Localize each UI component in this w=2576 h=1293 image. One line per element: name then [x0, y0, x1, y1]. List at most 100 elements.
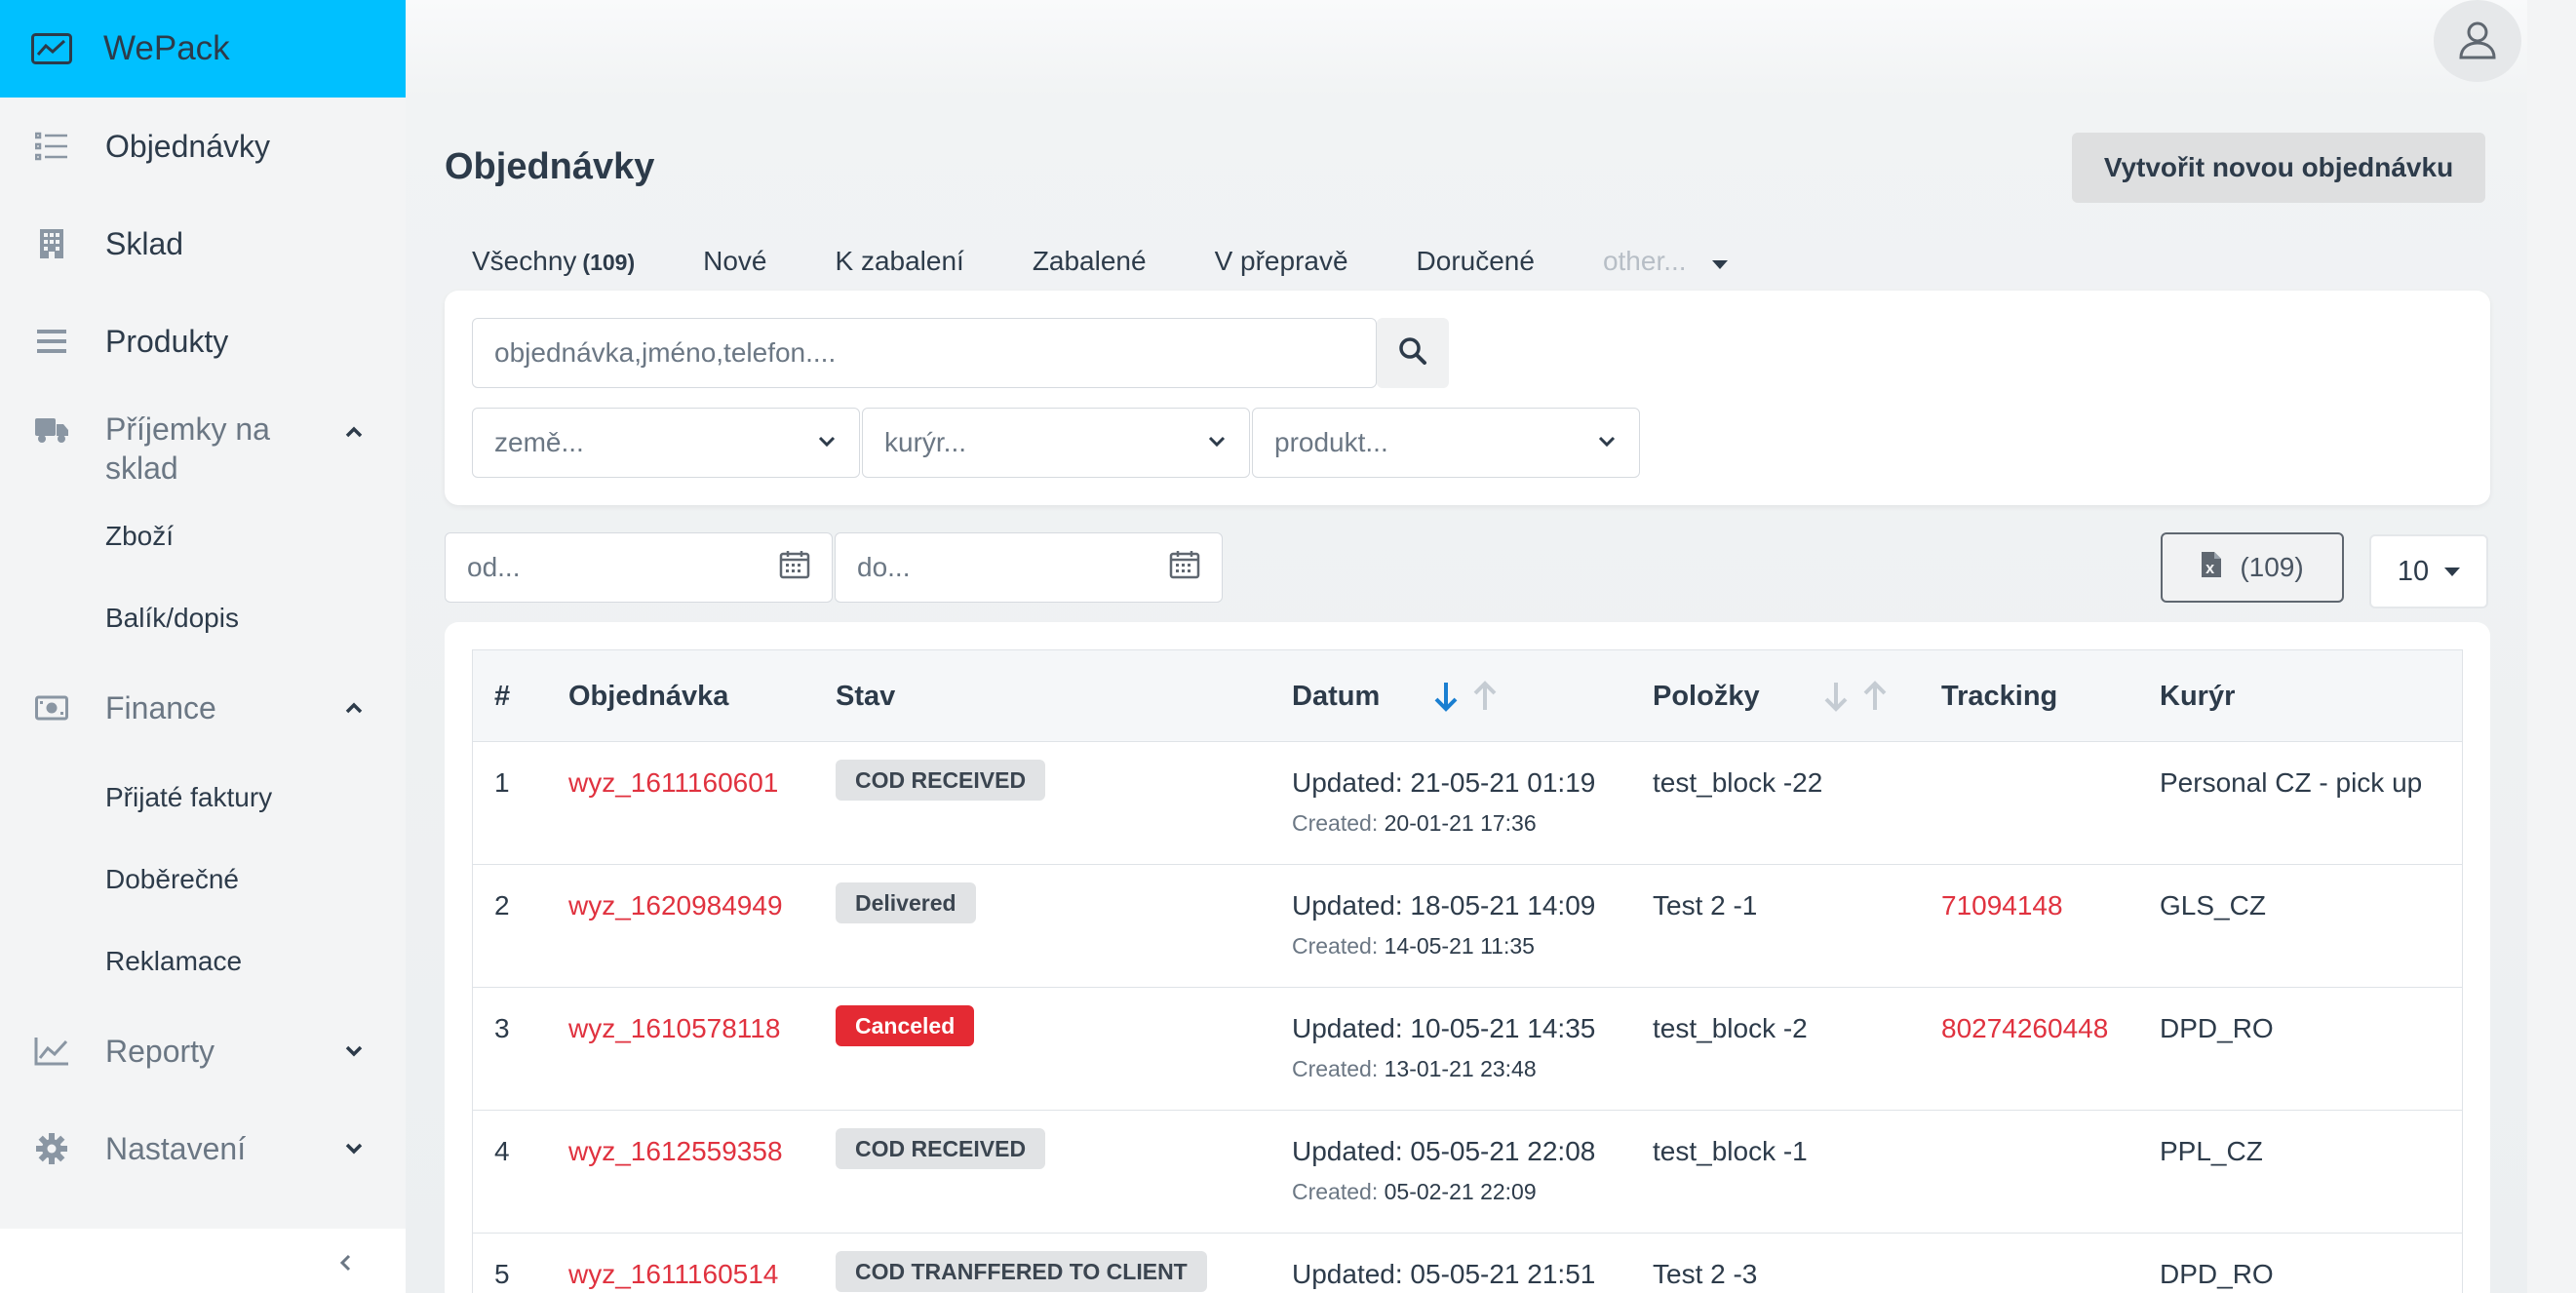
sidebar-item-prijemky[interactable]: Příjemky na sklad — [0, 390, 406, 495]
sort-desc-icon[interactable] — [1431, 680, 1461, 713]
created-label: Created: — [1292, 810, 1379, 836]
scrollbar[interactable] — [2527, 0, 2576, 1293]
orders-table: # Objednávka Stav Datum Položky Tracking… — [472, 649, 2463, 1293]
tab-count: (109) — [582, 250, 636, 275]
order-link[interactable]: wyz_1612559358 — [568, 1136, 783, 1167]
tab-dorucene[interactable]: Doručené — [1417, 246, 1535, 277]
avatar[interactable] — [2434, 0, 2521, 82]
created-date: Created: 13-01-21 23:48 — [1292, 1056, 1537, 1082]
updated-date: Updated: 05-05-21 22:08 — [1292, 1136, 1596, 1166]
brand-bar[interactable]: WePack — [0, 0, 406, 98]
col-date: Datum — [1292, 681, 1381, 712]
sidebar-item-label: Produkty — [105, 323, 229, 359]
created-label: Created: — [1292, 1056, 1379, 1081]
created-date: Created: 05-02-21 22:09 — [1292, 1179, 1537, 1205]
status-badge: Delivered — [836, 882, 976, 923]
courier-select[interactable]: kurýr... — [862, 408, 1250, 478]
product-select[interactable]: produkt... — [1252, 408, 1640, 478]
col-order: Objednávka — [568, 681, 729, 712]
tracking-link[interactable]: 80274260448 — [1941, 1013, 2108, 1044]
sidebar-subitem-zbozi[interactable]: Zboží — [0, 495, 406, 577]
courier-text: DPD_RO — [2160, 1259, 2274, 1289]
search-icon — [1398, 336, 1427, 371]
tab-other-dropdown[interactable]: other... — [1603, 246, 1728, 277]
sidebar-item-label: Reporty — [105, 1033, 215, 1069]
search-button[interactable] — [1377, 318, 1449, 388]
order-link[interactable]: wyz_1620984949 — [568, 890, 783, 921]
sidebar-subitem-doberecne[interactable]: Doběrečné — [0, 839, 406, 921]
sidebar-item-sklad[interactable]: Sklad — [0, 195, 406, 293]
filter-panel: země... kurýr... produkt... — [445, 291, 2490, 505]
table-row[interactable]: 2 wyz_1620984949 Delivered Updated: 18-0… — [473, 865, 2462, 988]
updated-date: Updated: 21-05-21 01:19 — [1292, 767, 1596, 798]
create-order-button[interactable]: Vytvořit novou objednávku — [2072, 133, 2485, 203]
sidebar-item-reporty[interactable]: Reporty — [0, 1002, 406, 1100]
status-tabs: Všechny (109) Nové K zabalení Zabalené V … — [472, 246, 1728, 277]
created-date: Created: 20-01-21 17:36 — [1292, 810, 1537, 837]
table-row[interactable]: 3 wyz_1610578118 Canceled Updated: 10-05… — [473, 988, 2462, 1111]
date-from-field[interactable]: od... — [445, 532, 833, 603]
sidebar-item-produkty[interactable]: Produkty — [0, 293, 406, 390]
truck-icon — [33, 411, 70, 449]
tracking-link[interactable]: 71094148 — [1941, 890, 2063, 921]
col-items: Položky — [1653, 681, 1760, 712]
chevron-down-icon — [816, 427, 838, 458]
date-placeholder: do... — [857, 552, 911, 582]
caret-down-icon — [1711, 259, 1728, 269]
order-link[interactable]: wyz_1611160514 — [568, 1259, 778, 1290]
page-title: Objednávky — [445, 146, 655, 187]
date-placeholder: od... — [467, 552, 521, 582]
export-excel-button[interactable]: X (109) — [2161, 532, 2344, 603]
created-date: Created: 14-05-21 11:35 — [1292, 933, 1535, 960]
sort-asc-icon[interactable] — [1470, 680, 1500, 713]
sidebar-item-label: Nastavení — [105, 1130, 247, 1166]
tab-label: other... — [1602, 246, 1687, 276]
items-text: test_block -2 — [1653, 1013, 1808, 1043]
tab-k-zabaleni[interactable]: K zabalení — [835, 246, 963, 277]
caret-down-icon — [2444, 567, 2461, 576]
chevron-up-icon — [341, 419, 367, 445]
tab-v-preprave[interactable]: V přepravě — [1215, 246, 1348, 277]
order-link[interactable]: wyz_1611160601 — [568, 767, 778, 799]
sidebar-item-label: Sklad — [105, 225, 184, 261]
per-page-value: 10 — [2397, 555, 2430, 587]
per-page-select[interactable]: 10 — [2369, 534, 2488, 608]
courier-text: Personal CZ - pick up — [2160, 767, 2423, 798]
status-badge: Canceled — [836, 1005, 975, 1046]
table-row[interactable]: 5 wyz_1611160514 COD TRANFFERED TO CLIEN… — [473, 1234, 2462, 1293]
search-input[interactable] — [472, 318, 1377, 388]
chevron-left-icon[interactable] — [333, 1248, 357, 1277]
sort-desc-icon[interactable] — [1821, 680, 1851, 713]
created-value: 14-05-21 11:35 — [1384, 933, 1535, 959]
items-text: test_block -1 — [1653, 1136, 1808, 1166]
col-num: # — [494, 681, 511, 712]
created-value: 13-01-21 23:48 — [1384, 1056, 1537, 1081]
chevron-up-icon — [341, 695, 367, 721]
sidebar-subitem-prijate-faktury[interactable]: Přijaté faktury — [0, 757, 406, 839]
sidebar-subitem-reklamace[interactable]: Reklamace — [0, 921, 406, 1002]
items-text: Test 2 -3 — [1653, 1259, 1758, 1289]
calendar-icon — [779, 550, 810, 586]
sidebar-item-objednavky[interactable]: Objednávky — [0, 98, 406, 195]
chart-icon — [31, 33, 72, 64]
order-link[interactable]: wyz_1610578118 — [568, 1013, 780, 1044]
sort-asc-icon[interactable] — [1860, 680, 1890, 713]
col-tracking: Tracking — [1941, 681, 2058, 712]
tab-vsechny[interactable]: Všechny (109) — [472, 246, 635, 277]
sidebar-item-nastaveni[interactable]: Nastavení — [0, 1100, 406, 1197]
items-text: test_block -22 — [1653, 767, 1823, 798]
sidebar-subitem-balik[interactable]: Balík/dopis — [0, 577, 406, 659]
list-icon — [33, 128, 70, 165]
country-select[interactable]: země... — [472, 408, 860, 478]
table-header: # Objednávka Stav Datum Položky Tracking… — [473, 650, 2462, 742]
tab-zabalene[interactable]: Zabalené — [1033, 246, 1147, 277]
date-to-field[interactable]: do... — [835, 532, 1223, 603]
created-label: Created: — [1292, 933, 1379, 959]
table-row[interactable]: 1 wyz_1611160601 COD RECEIVED Updated: 2… — [473, 742, 2462, 865]
sidebar: WePack Objednávky Sklad Produkty Příjemk… — [0, 0, 406, 1293]
items-text: Test 2 -1 — [1653, 890, 1758, 921]
sidebar-item-label: Finance — [105, 689, 216, 725]
table-row[interactable]: 4 wyz_1612559358 COD RECEIVED Updated: 0… — [473, 1111, 2462, 1234]
tab-nove[interactable]: Nové — [703, 246, 766, 277]
sidebar-item-finance[interactable]: Finance — [0, 659, 406, 757]
